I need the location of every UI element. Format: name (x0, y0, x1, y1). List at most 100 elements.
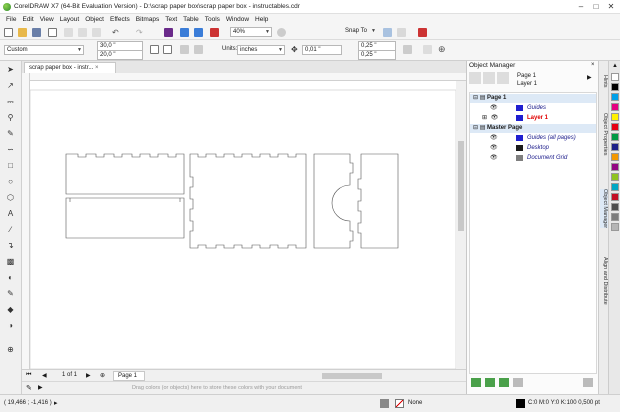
fill-swatch[interactable] (395, 399, 404, 408)
menu-file[interactable]: File (3, 14, 19, 25)
palette-swatch[interactable] (611, 123, 619, 131)
redo-icon[interactable]: ↷ (136, 28, 145, 37)
palette-swatch[interactable] (611, 193, 619, 201)
docker-menu-icon[interactable]: ▶ (587, 74, 592, 81)
open-folder-icon[interactable] (18, 28, 27, 37)
first-page-button[interactable]: ⏮ (26, 372, 31, 379)
new-master-layer-all-icon[interactable] (499, 378, 509, 387)
undo-icon[interactable]: ↶ (112, 28, 121, 37)
visibility-eye-icon[interactable]: 👁 (490, 135, 498, 141)
save-icon[interactable] (32, 28, 41, 37)
palette-swatch[interactable] (611, 93, 619, 101)
polygon-tool-icon[interactable]: ⬡ (4, 193, 17, 203)
previous-page-button[interactable]: ◀ (42, 372, 47, 379)
tree-row-desktop[interactable]: 👁 Desktop (470, 144, 596, 153)
palette-menu-icon[interactable]: ▶ (38, 384, 43, 391)
transparency-tool-icon[interactable]: ◐ (4, 273, 17, 283)
delete-icon[interactable] (583, 378, 593, 387)
application-launcher-icon[interactable] (397, 28, 406, 37)
freehand-tool-icon[interactable]: ✎ (4, 129, 17, 139)
crop-tool-icon[interactable]: ⎓ (4, 97, 17, 107)
document-tab[interactable]: scrap paper box - instr... × (24, 62, 116, 73)
vertical-scrollbar[interactable] (456, 81, 466, 369)
menu-view[interactable]: View (37, 14, 57, 25)
side-tab-hints[interactable]: Hints (600, 75, 608, 88)
tree-row-master-page[interactable]: ⊟ ▤ Master Page (470, 124, 596, 133)
palette-swatch[interactable] (611, 143, 619, 151)
export-icon[interactable] (194, 28, 203, 37)
zoom-tool-icon[interactable]: ⚲ (4, 113, 17, 123)
palette-swatch[interactable] (611, 153, 619, 161)
tree-row-layer-1[interactable]: ⊞ 👁 Layer 1 (470, 114, 596, 123)
palette-swatch[interactable] (611, 133, 619, 141)
drawing-canvas[interactable] (30, 81, 456, 369)
side-tab-align-distribute[interactable]: Align and Distribute (600, 257, 608, 305)
menu-tools[interactable]: Tools (202, 14, 223, 25)
menu-text[interactable]: Text (162, 14, 180, 25)
layer-manager-view-icon[interactable] (497, 72, 509, 84)
zoom-level-select[interactable]: 40% ▼ (230, 27, 272, 37)
eyedropper-tool-icon[interactable]: ✎ (4, 289, 17, 299)
visibility-eye-icon[interactable]: 👁 (490, 155, 498, 161)
tree-row-guides-all-pages[interactable]: 👁 Guides (all pages) (470, 134, 596, 143)
set-default-icon[interactable] (423, 45, 432, 54)
current-page-icon[interactable] (194, 45, 203, 54)
text-tool-icon[interactable]: A (4, 209, 17, 219)
parallel-dimension-icon[interactable]: ∕ (4, 225, 17, 235)
units-select[interactable]: inches ▼ (237, 45, 285, 55)
menu-layout[interactable]: Layout (57, 14, 83, 25)
publish-pdf-icon[interactable] (210, 28, 219, 37)
close-tab-icon[interactable]: × (95, 65, 99, 71)
welcome-screen-icon[interactable] (418, 28, 427, 37)
vertical-ruler[interactable] (22, 73, 30, 369)
treat-as-filled-icon[interactable] (403, 45, 412, 54)
landscape-icon[interactable] (163, 45, 172, 54)
tree-row-page-1[interactable]: ⊟ ▤ Page 1 (470, 94, 596, 103)
next-page-button[interactable]: ▶ (86, 372, 91, 379)
pick-tool-icon[interactable]: ➤ (4, 65, 17, 75)
maximize-button[interactable]: □ (589, 1, 603, 13)
full-screen-preview-icon[interactable] (277, 28, 286, 37)
menu-help[interactable]: Help (252, 14, 271, 25)
page-size-preset-select[interactable]: Custom ▼ (4, 45, 84, 55)
new-master-layer-icon[interactable] (485, 378, 495, 387)
import-icon[interactable] (180, 28, 189, 37)
palette-swatch[interactable] (611, 203, 619, 211)
shape-tool-icon[interactable]: ↗ (4, 81, 17, 91)
document-profile-icon[interactable] (380, 399, 389, 408)
interactive-fill-icon[interactable]: ◆ (4, 305, 17, 315)
horizontal-scroll-thumb[interactable] (322, 373, 382, 379)
cut-icon[interactable] (64, 28, 73, 37)
options-icon[interactable] (383, 28, 392, 37)
tree-row-document-grid[interactable]: 👁 Document Grid (470, 154, 596, 163)
docker-close-icon[interactable]: × (591, 62, 595, 68)
menu-effects[interactable]: Effects (107, 14, 133, 25)
vertical-scroll-thumb[interactable] (458, 141, 464, 231)
palette-swatch[interactable] (611, 83, 619, 91)
menu-table[interactable]: Table (180, 14, 202, 25)
page-height-field[interactable]: 20,0 " (97, 50, 143, 60)
smart-fill-icon[interactable]: ◑ (4, 321, 17, 331)
palette-swatch[interactable] (611, 173, 619, 181)
snap-to-dropdown[interactable]: Snap To ▼ (343, 27, 377, 37)
menu-edit[interactable]: Edit (19, 14, 36, 25)
new-layer-icon[interactable] (471, 378, 481, 387)
show-properties-icon[interactable] (469, 72, 481, 84)
side-tab-object-manager[interactable]: Object Manager (600, 189, 608, 229)
palette-swatch[interactable] (611, 223, 619, 231)
menu-object[interactable]: Object (82, 14, 107, 25)
palette-swatch[interactable] (611, 183, 619, 191)
paste-icon[interactable] (92, 28, 101, 37)
new-document-icon[interactable] (4, 28, 13, 37)
palette-scroll-up-icon[interactable]: ▲ (612, 63, 618, 69)
rectangle-tool-icon[interactable]: □ (4, 161, 17, 171)
add-tool-icon[interactable]: ⊕ (4, 345, 17, 355)
artistic-media-icon[interactable]: ∽ (4, 145, 17, 155)
side-tab-object-properties[interactable]: Object Properties (600, 113, 608, 156)
move-layer-icon[interactable] (513, 378, 523, 387)
menu-window[interactable]: Window (223, 14, 252, 25)
close-button[interactable]: ✕ (604, 1, 618, 13)
palette-swatch[interactable] (611, 113, 619, 121)
minimize-button[interactable]: – (574, 1, 588, 13)
search-content-icon[interactable] (164, 28, 173, 37)
